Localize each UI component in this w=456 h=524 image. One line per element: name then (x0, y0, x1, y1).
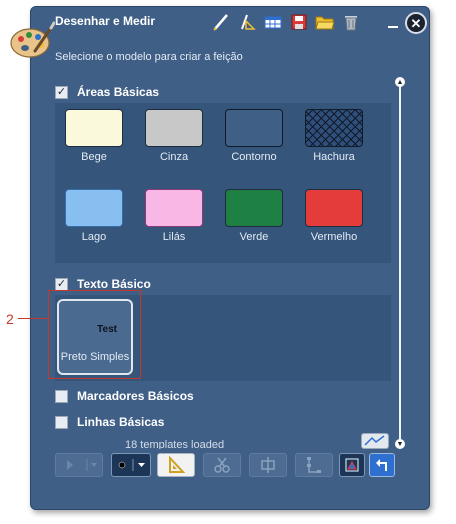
template-label: Vermelho (310, 231, 358, 243)
template-picker: ✓ Áreas Básicas Bege Cinza Contorno Hach… (55, 73, 393, 451)
vertical-scrollbar[interactable]: ▲ ▼ (395, 77, 405, 449)
template-label: Hachura (313, 151, 355, 163)
section-label-text: Texto Básico (77, 277, 151, 291)
template-verde[interactable]: Verde (223, 189, 285, 243)
section-label-markers: Marcadores Básicos (77, 389, 194, 403)
palette-logo-icon (9, 21, 56, 61)
open-folder-icon[interactable] (315, 12, 335, 32)
status-text: 18 templates loaded (125, 439, 225, 449)
select-tool-button[interactable] (55, 453, 103, 477)
section-header-markers[interactable]: Marcadores Básicos (55, 387, 194, 405)
cut-tool-button[interactable] (203, 453, 241, 477)
undo-button[interactable] (369, 453, 395, 477)
section-label-areas: Áreas Básicas (77, 85, 160, 99)
scroll-down-icon[interactable]: ▼ (395, 439, 405, 449)
section-checkbox-areas[interactable]: ✓ (55, 85, 68, 99)
section-header-areas[interactable]: ✓ Áreas Básicas (55, 83, 159, 101)
instruction-text: Selecione o modelo para criar a feição (55, 51, 243, 63)
swatch-lilas (145, 189, 203, 227)
callout-line (18, 318, 48, 319)
template-hachura[interactable]: Hachura (303, 109, 365, 163)
trash-icon[interactable] (341, 12, 361, 32)
template-label: Verde (239, 231, 269, 243)
template-label: Cinza (159, 151, 189, 163)
draw-pencil-icon[interactable] (211, 12, 231, 32)
union-tool-button[interactable] (249, 453, 287, 477)
swatch-verde (225, 189, 283, 227)
edit-vertices-button[interactable] (339, 453, 365, 477)
close-button[interactable]: ✕ (405, 12, 427, 34)
callout-number: 2 (6, 311, 14, 327)
measure-tool-icon[interactable] (237, 12, 257, 32)
swatch-vermelho (305, 189, 363, 227)
section-checkbox-text[interactable]: ✓ (55, 277, 68, 291)
draw-measure-window: Desenhar e Medir ✕ Selecione o modelo pa… (10, 6, 430, 510)
point-style-button[interactable] (111, 453, 151, 477)
swatch-bege (65, 109, 123, 147)
window-title: Desenhar e Medir (55, 14, 156, 28)
section-header-lines[interactable]: Linhas Básicas (55, 413, 164, 431)
measure-triangle-button[interactable] (157, 453, 195, 477)
area-templates-group: Bege Cinza Contorno Hachura Lago Lilás V… (55, 103, 391, 263)
template-bege[interactable]: Bege (63, 109, 125, 163)
swatch-hachura (305, 109, 363, 147)
title-bar[interactable]: Desenhar e Medir ✕ (10, 7, 429, 58)
template-label: Contorno (231, 151, 277, 163)
template-lilas[interactable]: Lilás (143, 189, 205, 243)
swatch-contorno (225, 109, 283, 147)
scroll-track[interactable] (399, 85, 401, 441)
swatch-cinza (145, 109, 203, 147)
section-checkbox-lines[interactable] (55, 415, 68, 429)
close-icon: ✕ (410, 15, 422, 31)
save-icon[interactable] (289, 12, 309, 32)
template-cinza[interactable]: Cinza (143, 109, 205, 163)
callout-highlight-box (48, 290, 141, 379)
scroll-up-icon[interactable]: ▲ (395, 77, 405, 87)
template-label: Lilás (162, 231, 186, 243)
template-lago[interactable]: Lago (63, 189, 125, 243)
section-label-lines: Linhas Básicas (77, 415, 165, 429)
reshape-tool-button[interactable] (295, 453, 333, 477)
template-label: Lago (81, 231, 107, 243)
template-contorno[interactable]: Contorno (223, 109, 285, 163)
minimize-button[interactable] (388, 26, 398, 28)
template-vermelho[interactable]: Vermelho (303, 189, 365, 243)
section-checkbox-markers[interactable] (55, 389, 68, 403)
swatch-lago (65, 189, 123, 227)
settings-mini-button[interactable] (361, 433, 389, 449)
template-label: Bege (81, 151, 107, 163)
attribute-table-icon[interactable] (263, 12, 283, 32)
